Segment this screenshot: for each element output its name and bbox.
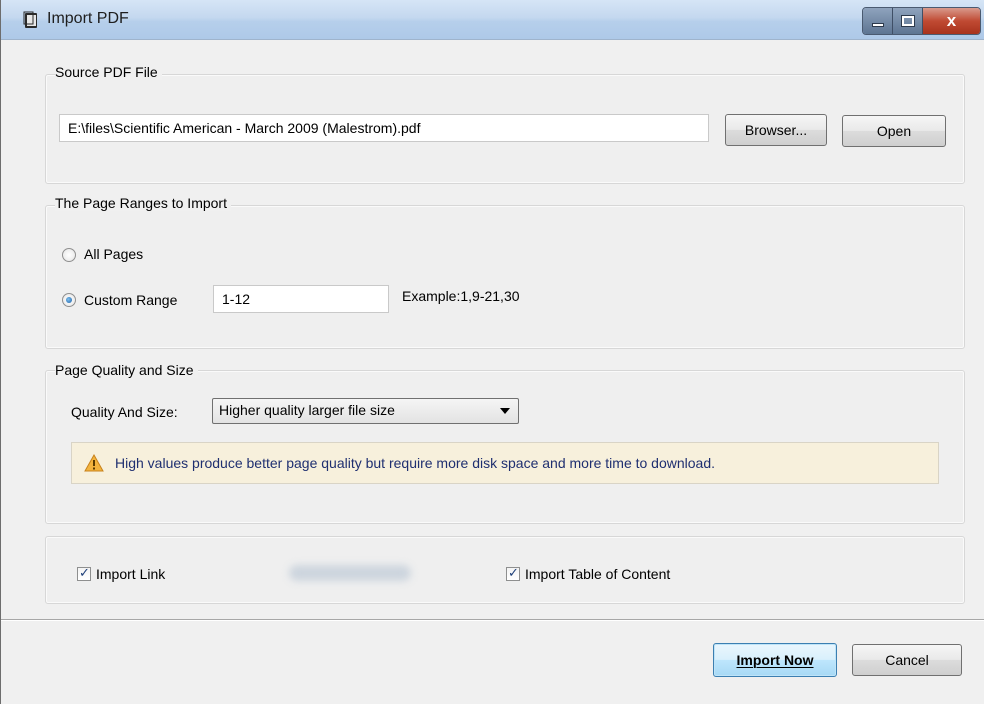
import-toc-label[interactable]: Import Table of Content <box>525 566 670 582</box>
maximize-icon <box>900 15 915 27</box>
import-toc-checkbox[interactable] <box>506 565 520 581</box>
import-options-group <box>45 536 965 604</box>
title-bar[interactable]: Import PDF x <box>1 0 984 40</box>
quality-warning-text: High values produce better page quality … <box>115 455 716 471</box>
import-now-label: Import Now <box>736 652 814 668</box>
open-button[interactable]: Open <box>842 115 946 147</box>
import-pdf-dialog: Import PDF x Source PDF File E:\files\Sc… <box>0 0 984 704</box>
import-now-button[interactable]: Import Now <box>713 643 837 677</box>
cancel-button[interactable]: Cancel <box>852 644 962 676</box>
window-title: Import PDF <box>47 10 129 27</box>
warning-icon <box>84 454 104 472</box>
page-quality-group-label: Page Quality and Size <box>55 362 198 378</box>
custom-range-radio[interactable] <box>62 293 76 307</box>
page-ranges-group-label: The Page Ranges to Import <box>55 195 231 211</box>
all-pages-radio[interactable] <box>62 248 76 262</box>
minimize-icon <box>871 23 884 27</box>
app-icon <box>23 11 37 28</box>
quality-size-selected: Higher quality larger file size <box>219 402 395 418</box>
page-ranges-group <box>45 205 965 349</box>
maximize-button[interactable] <box>893 8 923 34</box>
close-button[interactable]: x <box>923 8 980 34</box>
import-link-checkbox[interactable] <box>77 565 91 581</box>
dropdown-arrow-icon <box>500 408 510 414</box>
all-pages-label[interactable]: All Pages <box>84 246 143 262</box>
source-pdf-group-label: Source PDF File <box>55 64 162 80</box>
custom-range-input[interactable]: 1-12 <box>213 285 389 313</box>
quality-size-label: Quality And Size: <box>71 404 178 420</box>
footer-separator <box>1 619 984 621</box>
custom-range-label[interactable]: Custom Range <box>84 292 177 308</box>
minimize-button[interactable] <box>863 8 893 34</box>
import-link-label[interactable]: Import Link <box>96 566 165 582</box>
quality-size-select[interactable]: Higher quality larger file size <box>212 398 519 424</box>
range-example-text: Example:1,9-21,30 <box>402 288 520 304</box>
quality-warning: High values produce better page quality … <box>71 442 939 484</box>
pdf-path-input[interactable]: E:\files\Scientific American - March 200… <box>59 114 709 142</box>
cancel-label: Cancel <box>885 652 929 668</box>
browse-button[interactable]: Browser... <box>725 114 827 146</box>
window-controls: x <box>862 7 981 35</box>
close-icon: x <box>946 11 957 30</box>
redacted-option <box>289 565 411 581</box>
